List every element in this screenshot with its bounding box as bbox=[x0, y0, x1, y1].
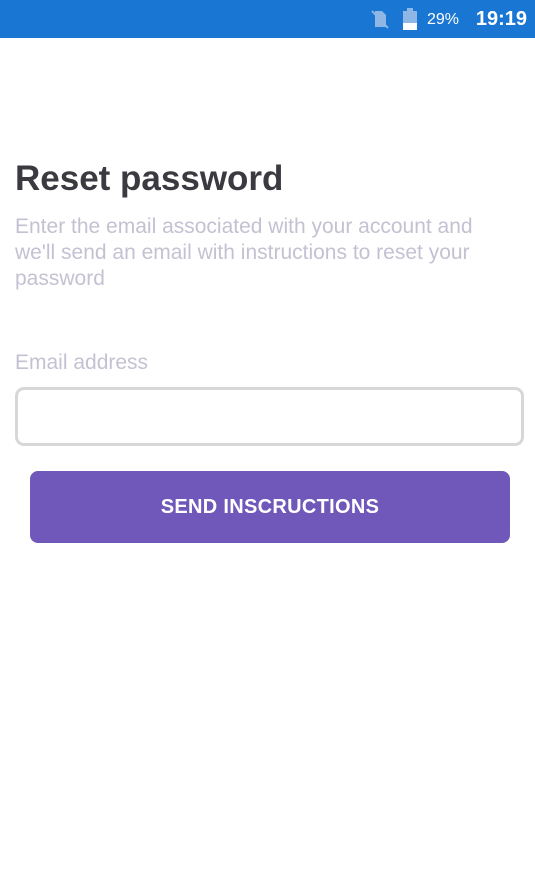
email-field[interactable] bbox=[15, 387, 524, 446]
email-label: Email address bbox=[15, 351, 149, 374]
page-title: Reset password bbox=[15, 159, 284, 198]
battery-percentage: 29% bbox=[427, 11, 460, 28]
status-bar: 29% 19:19 bbox=[0, 0, 535, 38]
status-clock: 19:19 bbox=[475, 8, 527, 30]
no-sim-icon bbox=[370, 9, 390, 29]
battery-icon bbox=[402, 8, 418, 30]
send-instructions-button[interactable]: SEND INSCRUCTIONS bbox=[30, 471, 510, 543]
page-subtitle: Enter the email associated with your acc… bbox=[15, 215, 473, 290]
